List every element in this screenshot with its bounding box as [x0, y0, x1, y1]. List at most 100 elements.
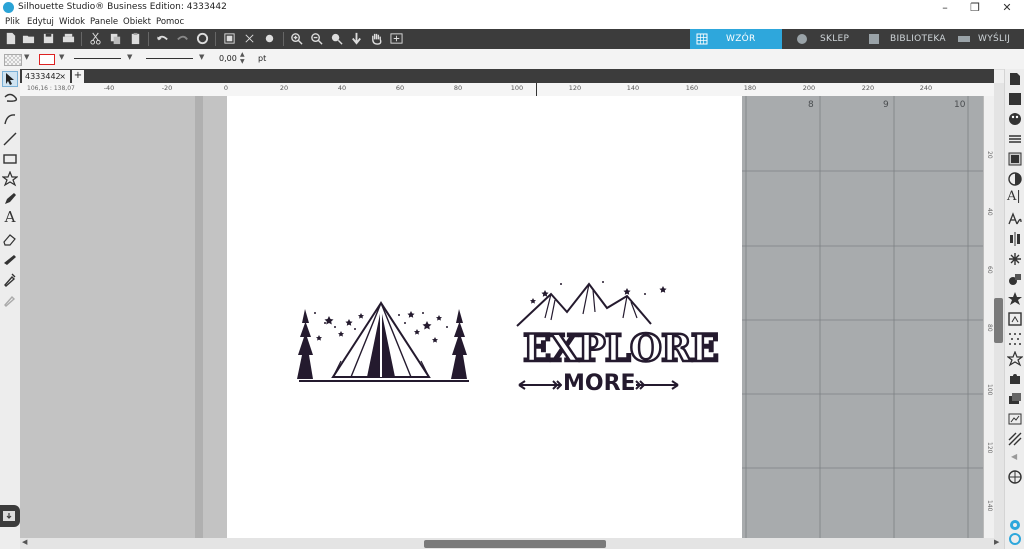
menu-help[interactable]: Pomoc: [156, 17, 184, 27]
panel-collapse-arrow-icon[interactable]: ◀: [1011, 452, 1017, 461]
ruler-label: 100: [510, 84, 524, 92]
line-color-dropdown-arrow-icon[interactable]: ▼: [59, 53, 64, 61]
knife-tool-icon[interactable]: [2, 251, 18, 267]
more-text[interactable]: MORE: [563, 372, 636, 396]
text-style-icon[interactable]: A|: [1007, 189, 1023, 205]
color-palette-icon[interactable]: [1007, 111, 1023, 127]
menu-edit[interactable]: Edytuj: [27, 17, 54, 27]
line-properties-bar: ▼ ▼ ▼ ▼ 0,00 ▲ ▼ pt: [0, 49, 1024, 70]
scroll-right-arrow-icon[interactable]: ▶: [994, 538, 999, 546]
zoom-in-icon[interactable]: [290, 32, 303, 45]
open-folder-icon[interactable]: [22, 32, 35, 45]
camping-tent-design[interactable]: [289, 301, 479, 391]
right-arrow-icon: [635, 380, 679, 390]
add-tab-button[interactable]: +: [72, 70, 84, 83]
rectangle-tool-icon[interactable]: [2, 151, 18, 167]
pointer-icon: [6, 73, 14, 85]
menu-view[interactable]: Widok: [59, 17, 85, 27]
save-icon[interactable]: [42, 32, 55, 45]
maximize-button[interactable]: ❐: [960, 0, 990, 16]
paste-icon[interactable]: [129, 32, 142, 45]
align-icon[interactable]: [1007, 231, 1023, 247]
text-tool-icon[interactable]: A: [2, 209, 18, 225]
zoom-out-icon[interactable]: [310, 32, 323, 45]
ungroup-icon[interactable]: [243, 32, 256, 45]
print-icon[interactable]: [62, 32, 75, 45]
line-color-swatch[interactable]: [39, 54, 55, 65]
replicate-icon[interactable]: [1007, 251, 1023, 267]
line-style-dropdown-arrow-icon[interactable]: ▼: [127, 53, 132, 61]
page-setup-icon[interactable]: [1007, 71, 1023, 87]
eraser-tool-icon[interactable]: [2, 231, 18, 247]
download-folder-icon: [3, 511, 15, 521]
line-width-input[interactable]: 0,00: [219, 54, 237, 63]
tab-library[interactable]: BIBLIOTEKA: [862, 29, 950, 49]
ruler-label: 240: [919, 84, 933, 92]
document-tab[interactable]: 4333442 ×: [22, 70, 70, 83]
line-join-dropdown-arrow-icon[interactable]: ▼: [199, 53, 204, 61]
eyedropper-disabled-icon[interactable]: [2, 291, 18, 307]
rhinestone-icon[interactable]: [1007, 351, 1023, 367]
close-button[interactable]: ✕: [992, 0, 1022, 16]
vertical-scrollbar-thumb[interactable]: [994, 298, 1003, 343]
right-panel-bar: A| ◀: [1004, 69, 1024, 549]
line-style-icon[interactable]: [1007, 131, 1023, 147]
sketch-icon[interactable]: [1007, 331, 1023, 347]
tab-design[interactable]: WZÓR: [690, 29, 782, 49]
redo-icon[interactable]: [176, 32, 189, 45]
tab-store[interactable]: SKLEP: [790, 29, 858, 49]
fill-pattern-icon[interactable]: [1007, 151, 1023, 167]
puzzle-icon[interactable]: [1007, 371, 1023, 387]
library-toggle-button[interactable]: [0, 505, 20, 527]
eyedropper-tool-icon[interactable]: [2, 271, 18, 287]
pan-hand-icon[interactable]: [370, 32, 383, 45]
line-width-stepper[interactable]: ▲ ▼: [240, 51, 245, 65]
line-join-selector[interactable]: [146, 58, 193, 59]
zoom-select-icon[interactable]: [330, 32, 343, 45]
edit-points-icon[interactable]: [2, 111, 18, 127]
minimize-button[interactable]: –: [930, 0, 960, 16]
modify-icon[interactable]: [1007, 271, 1023, 287]
pencil-tool-icon[interactable]: [2, 191, 18, 207]
undo-icon[interactable]: [156, 32, 169, 45]
compound-path-icon[interactable]: [263, 32, 276, 45]
ruler-label: 100: [986, 384, 993, 396]
ruler-label: 60: [986, 266, 993, 274]
layers-icon[interactable]: [1007, 391, 1023, 407]
line-tool-icon[interactable]: [2, 131, 18, 147]
sync-icon[interactable]: [1007, 531, 1023, 547]
cut-icon[interactable]: [89, 32, 102, 45]
trace-icon[interactable]: [1007, 311, 1023, 327]
polygon-star-tool-icon[interactable]: [2, 171, 18, 187]
close-tab-icon[interactable]: ×: [59, 70, 66, 83]
explore-text[interactable]: EXPLORE: [522, 327, 720, 370]
horizontal-scrollbar-thumb[interactable]: [424, 540, 606, 548]
globe-icon[interactable]: [1007, 469, 1023, 485]
move-down-icon[interactable]: [350, 32, 363, 45]
copy-icon[interactable]: [109, 32, 122, 45]
menu-file[interactable]: Plik: [5, 17, 20, 27]
offset-icon[interactable]: [1007, 291, 1023, 307]
title-bar: Silhouette Studio® Business Edition: 433…: [0, 0, 1024, 16]
fill-dropdown-arrow-icon[interactable]: ▼: [24, 53, 29, 61]
rotate-icon[interactable]: [196, 32, 209, 45]
lasso-edit-icon[interactable]: [2, 91, 18, 107]
line-style-selector[interactable]: [74, 58, 121, 59]
scroll-left-arrow-icon[interactable]: ◀: [22, 538, 27, 546]
pattern-fill-icon[interactable]: [1007, 431, 1023, 447]
tab-send[interactable]: WYŚLIJ: [952, 29, 1024, 49]
pixscan-icon[interactable]: [1007, 91, 1023, 107]
fit-page-icon[interactable]: [390, 32, 403, 45]
line-width-unit: pt: [258, 54, 267, 63]
new-document-icon[interactable]: [4, 32, 17, 45]
page-sheet[interactable]: EXPLORE MORE: [227, 96, 742, 538]
transparency-icon[interactable]: [1007, 171, 1023, 187]
group-icon[interactable]: [223, 32, 236, 45]
fill-color-swatch[interactable]: [4, 54, 22, 66]
text-to-path-icon[interactable]: [1007, 211, 1023, 227]
library-icon: [869, 34, 879, 44]
print-cut-icon[interactable]: [1007, 411, 1023, 427]
menu-object[interactable]: Obiekt: [123, 17, 151, 27]
menu-panels[interactable]: Panele: [90, 17, 118, 27]
select-tool[interactable]: [2, 71, 18, 87]
